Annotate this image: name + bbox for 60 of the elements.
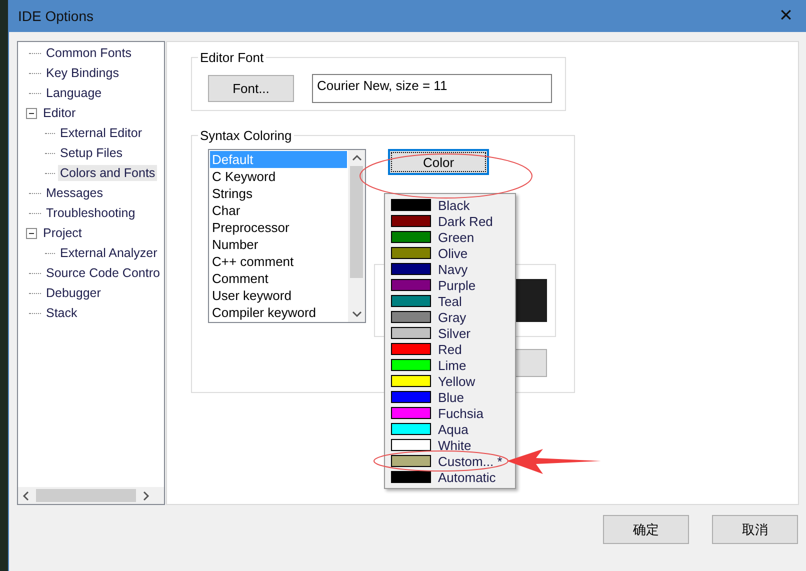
tree-item[interactable]: Troubleshooting — [44, 205, 138, 221]
menu-item[interactable]: White — [391, 437, 515, 453]
close-button[interactable]: ✕ — [766, 0, 806, 32]
tree-item[interactable]: Stack — [44, 305, 80, 321]
menu-item[interactable]: Automatic — [391, 469, 515, 485]
dialog-button[interactable]: 取消 — [712, 515, 798, 544]
horizontal-scrollbar[interactable] — [18, 487, 164, 504]
tree-item[interactable]: Key Bindings — [44, 65, 121, 81]
tree-item[interactable]: External Analyzer — [58, 245, 160, 261]
color-button[interactable]: Color — [388, 149, 489, 175]
color-preview — [514, 279, 547, 322]
menu-item[interactable]: Purple — [391, 277, 515, 293]
tree-item[interactable]: Debugger — [44, 285, 103, 301]
scroll-left-icon[interactable] — [22, 490, 30, 500]
tree-item[interactable]: Language — [44, 85, 104, 101]
list-item[interactable]: Char — [210, 202, 347, 219]
tree-item[interactable]: Editor — [41, 105, 78, 121]
scroll-up-icon[interactable] — [352, 154, 362, 162]
menu-item[interactable]: Silver — [391, 325, 515, 341]
tree-item[interactable]: Messages — [44, 185, 105, 201]
list-item[interactable]: User keyword — [210, 287, 347, 304]
menu-item[interactable]: Teal — [391, 293, 515, 309]
menu-item[interactable]: Lime — [391, 357, 515, 373]
menu-item[interactable]: Aqua — [391, 421, 515, 437]
menu-item[interactable]: Olive — [391, 245, 515, 261]
tree-item[interactable]: Colors and Fonts — [58, 165, 158, 181]
menu-item[interactable]: Red — [391, 341, 515, 357]
menu-item[interactable]: Black — [391, 197, 515, 213]
list-item[interactable]: C++ comment — [210, 253, 347, 270]
list-item[interactable]: Preprocessor — [210, 219, 347, 236]
menu-item[interactable]: Blue — [391, 389, 515, 405]
menu-item[interactable]: Green — [391, 229, 515, 245]
scroll-down-icon[interactable] — [352, 310, 362, 318]
group-title: Syntax Coloring — [199, 128, 293, 143]
menu-item[interactable]: Dark Red — [391, 213, 515, 229]
collapse-icon[interactable] — [26, 108, 37, 118]
font-field[interactable]: Courier New, size = 11 — [312, 74, 552, 103]
tree-item[interactable]: Project — [41, 225, 84, 241]
menu-item[interactable]: Custom... * — [391, 453, 515, 469]
list-item[interactable]: Number — [210, 236, 347, 253]
list-item[interactable]: Compiler keyword — [210, 304, 347, 321]
list-item[interactable]: Strings — [210, 185, 347, 202]
menu-item[interactable]: Gray — [391, 309, 515, 325]
group-title: Editor Font — [199, 50, 265, 65]
window-title: IDE Options — [18, 8, 94, 24]
dialog-button[interactable]: 确定 — [603, 515, 689, 544]
syntax-list[interactable]: Default C Keyword Strings Char Preprocessor Number C++ comment Comment User keyword Compiler keyword — [208, 149, 366, 323]
vertical-scrollbar[interactable] — [348, 150, 365, 322]
collapse-icon[interactable] — [26, 228, 37, 238]
font-button[interactable]: Font... — [208, 75, 294, 102]
list-item[interactable]: Comment — [210, 270, 347, 287]
menu-item[interactable]: Yellow — [391, 373, 515, 389]
menu-item[interactable]: Navy — [391, 261, 515, 277]
scroll-right-icon[interactable] — [142, 490, 150, 500]
menu-item[interactable]: Fuchsia — [391, 405, 515, 421]
tree-item[interactable]: Setup Files — [58, 145, 125, 161]
list-item[interactable]: C Keyword — [210, 168, 347, 185]
tree-item[interactable]: Common Fonts — [44, 45, 134, 61]
tree-item[interactable]: External Editor — [58, 125, 144, 141]
tree-item[interactable]: Source Code Contro — [44, 265, 162, 281]
